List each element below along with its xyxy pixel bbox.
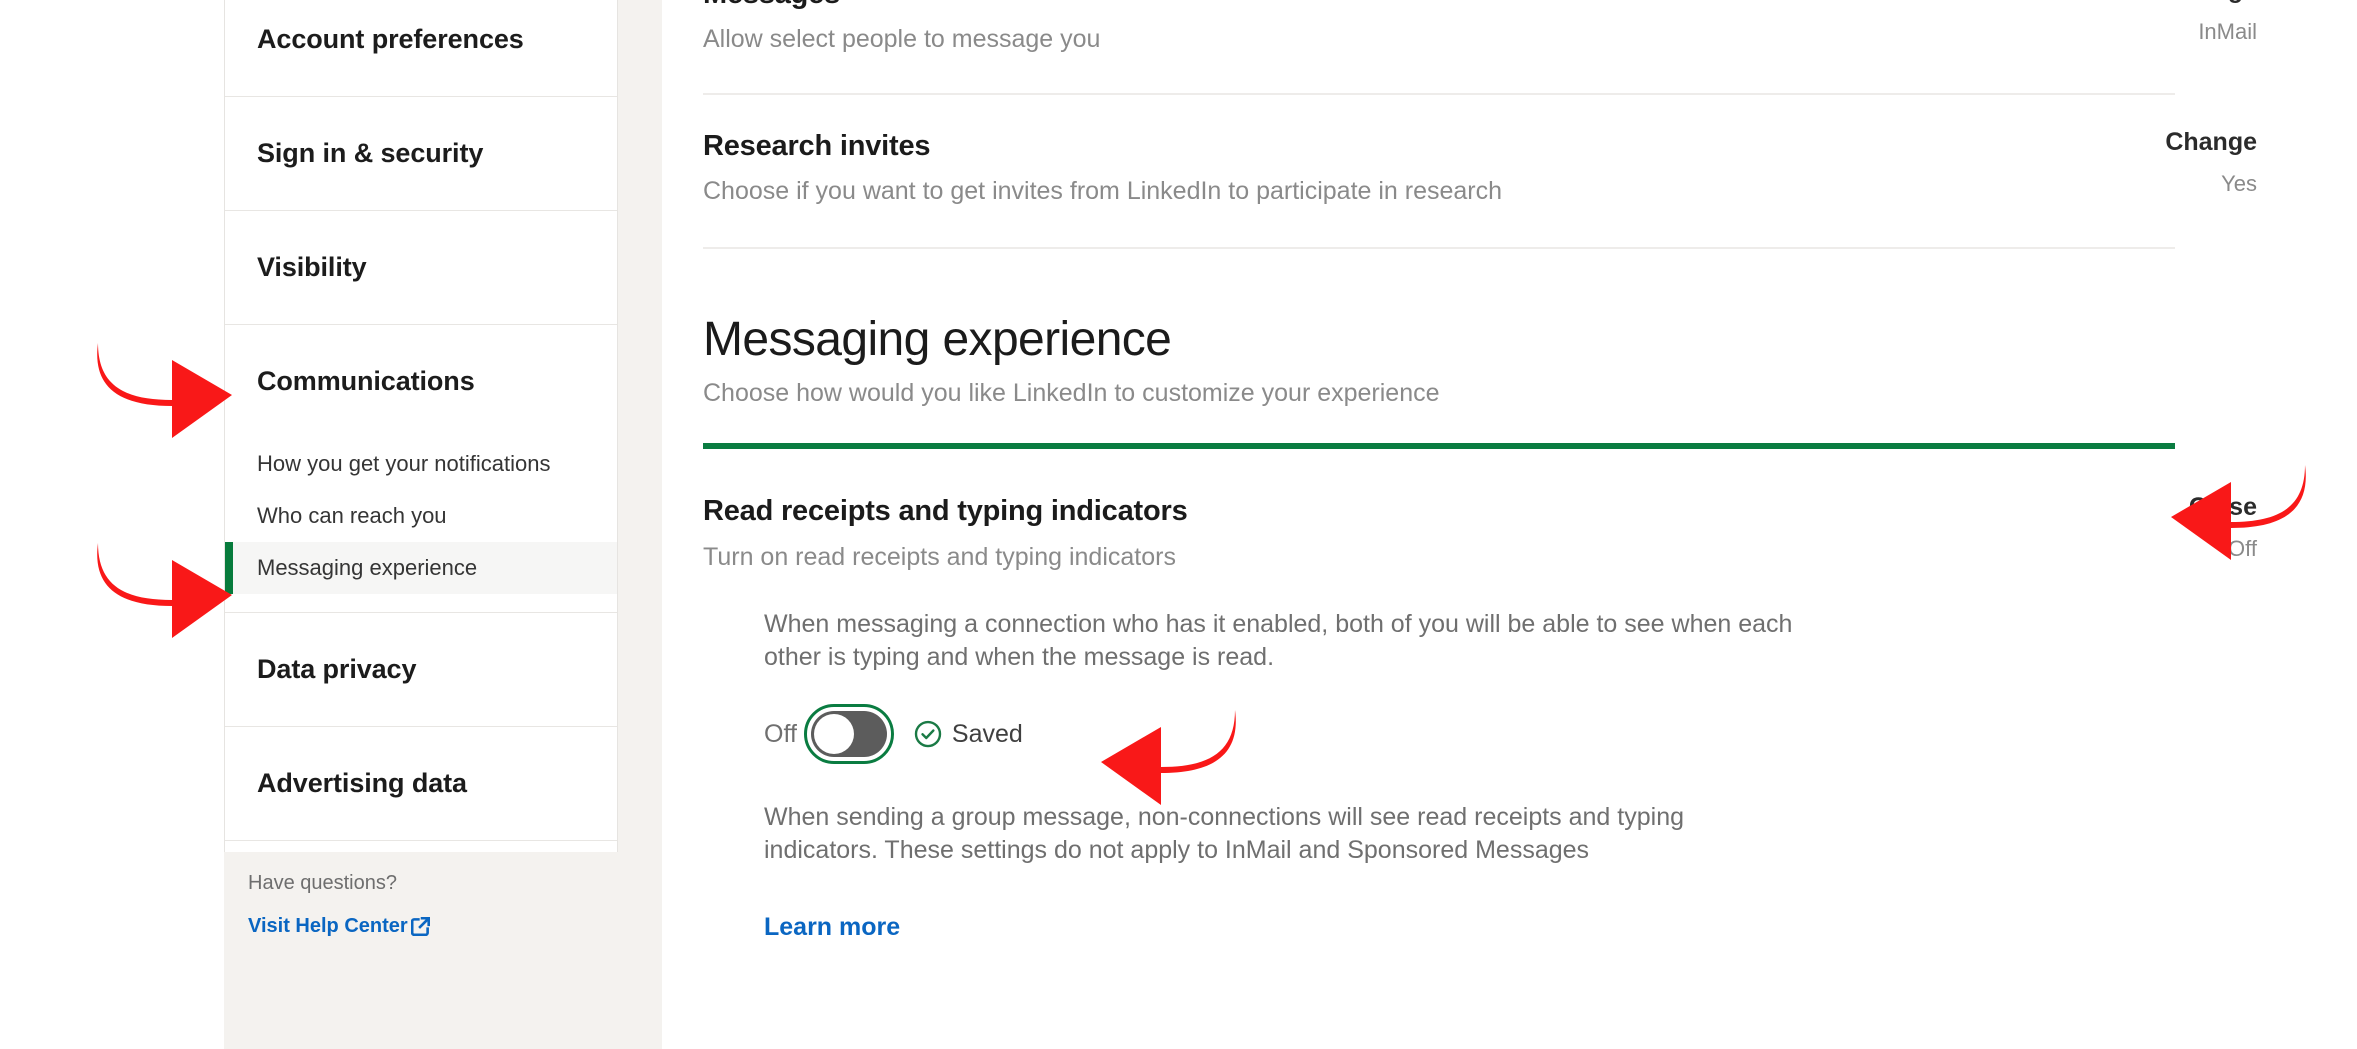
sidebar-item-account-preferences[interactable]: Account preferences	[225, 0, 617, 97]
setting-row-subtitle: Allow select people to message you	[703, 25, 1101, 53]
setting-row-messages-action[interactable]: Change InMail	[2027, 0, 2257, 45]
sidebar-item-advertising-data[interactable]: Advertising data	[225, 727, 617, 841]
visit-help-center-label: Visit Help Center	[248, 915, 408, 937]
read-receipts-toggle[interactable]	[803, 704, 894, 764]
close-link[interactable]: Close	[2027, 493, 2257, 522]
setting-row-title: Messages	[703, 0, 2175, 11]
visit-help-center-link[interactable]: Visit Help Center	[248, 915, 430, 938]
setting-row-title: Research invites	[703, 130, 931, 162]
saved-label: Saved	[951, 719, 1023, 748]
setting-row-research-invites-action[interactable]: Change Yes	[2027, 128, 2257, 197]
setting-current-value: Off	[2228, 536, 2257, 561]
sidebar-subitem-label: Who can reach you	[257, 503, 447, 528]
read-receipts-detail: When messaging a connection who has it e…	[764, 608, 1814, 942]
sidebar-item-who-can-reach-you[interactable]: Who can reach you	[225, 490, 617, 542]
learn-more-link[interactable]: Learn more	[764, 913, 900, 942]
sidebar-item-how-you-get-your-notifications[interactable]: How you get your notifications	[225, 438, 617, 490]
sidebar-item-sign-in-security[interactable]: Sign in & security	[225, 97, 617, 211]
settings-sidebar: Account preferences Sign in & security V…	[224, 0, 662, 1049]
toggle-state-label: Off	[764, 719, 797, 748]
sidebar-item-label: Advertising data	[257, 768, 467, 798]
page-left-gutter	[0, 0, 224, 1049]
read-receipts-toggle-row: Off Saved	[764, 704, 1814, 764]
sidebar-item-messaging-experience[interactable]: Messaging experience	[225, 542, 617, 594]
setting-row-subtitle: Turn on read receipts and typing indicat…	[703, 543, 1176, 571]
setting-current-value: Yes	[2221, 171, 2257, 196]
sidebar-item-visibility[interactable]: Visibility	[225, 211, 617, 325]
sidebar-subitem-label: How you get your notifications	[257, 451, 551, 476]
help-question-text: Have questions?	[248, 872, 397, 894]
check-circle-icon	[913, 719, 943, 749]
external-link-icon	[410, 916, 430, 937]
sidebar-item-label: Data privacy	[257, 654, 417, 684]
setting-row-title: Read receipts and typing indicators	[703, 495, 1188, 527]
detail-description-top: When messaging a connection who has it e…	[764, 610, 1793, 671]
row-divider	[703, 247, 2175, 249]
change-link[interactable]: Change	[2027, 128, 2257, 157]
toggle-knob	[813, 714, 854, 754]
setting-current-value: InMail	[2198, 19, 2257, 44]
setting-row-read-receipts: Read receipts and typing indicators Turn…	[703, 495, 2175, 572]
sidebar-item-label: Visibility	[257, 252, 367, 282]
help-block: Have questions? Visit Help Center	[248, 872, 588, 938]
change-link[interactable]: Change	[2027, 0, 2257, 5]
section-title: Messaging experience	[703, 313, 1172, 366]
sidebar-item-communications[interactable]: Communications	[225, 325, 617, 438]
setting-row-research-invites[interactable]: Research invites Choose if you want to g…	[703, 130, 2175, 206]
sidebar-item-label: Account preferences	[257, 24, 524, 54]
settings-main-content: Messages Allow select people to message …	[662, 0, 2357, 1049]
settings-nav-card: Account preferences Sign in & security V…	[224, 0, 618, 852]
row-divider	[703, 93, 2175, 95]
setting-row-read-receipts-action[interactable]: Close Off	[2027, 493, 2257, 562]
sidebar-group-communications: Communications How you get your notifica…	[225, 325, 617, 613]
sidebar-item-data-privacy[interactable]: Data privacy	[225, 613, 617, 727]
sidebar-item-label: Sign in & security	[257, 138, 484, 168]
settings-page: Account preferences Sign in & security V…	[0, 0, 2357, 1049]
setting-row-subtitle: Choose if you want to get invites from L…	[703, 177, 1503, 205]
section-accent-divider	[703, 443, 2175, 449]
saved-status: Saved	[913, 719, 1023, 749]
section-subtitle: Choose how would you like LinkedIn to cu…	[703, 379, 1440, 407]
sidebar-item-label: Communications	[257, 366, 475, 396]
setting-row-messages[interactable]: Messages Allow select people to message …	[703, 0, 2175, 54]
sidebar-subitem-label: Messaging experience	[257, 555, 478, 580]
detail-description-bottom: When sending a group message, non-connec…	[764, 803, 1684, 864]
messaging-experience-section-header: Messaging experience Choose how would yo…	[703, 312, 2175, 408]
